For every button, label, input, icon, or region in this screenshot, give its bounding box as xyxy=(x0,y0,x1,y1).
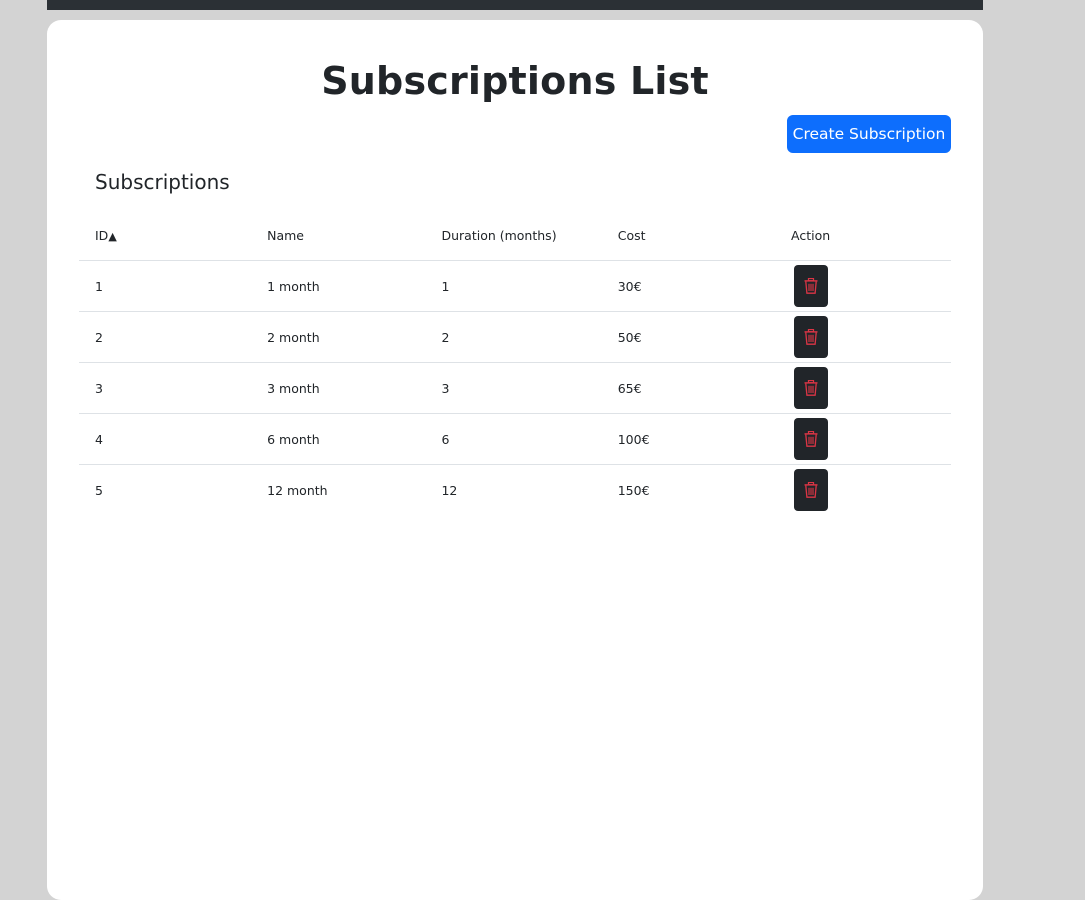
delete-button[interactable] xyxy=(794,316,829,358)
cell-id: 2 xyxy=(79,311,252,363)
cell-id: 5 xyxy=(95,482,103,498)
cell-duration: 2 xyxy=(425,311,602,363)
top-navbar xyxy=(47,0,983,10)
delete-button[interactable] xyxy=(794,367,829,409)
section-title: Subscriptions xyxy=(95,170,230,194)
cell-action xyxy=(775,413,951,465)
trash-icon xyxy=(804,380,818,396)
cell-cost: 150€ xyxy=(617,482,650,498)
cell-id: 4 xyxy=(79,413,252,465)
delete-button[interactable] xyxy=(794,418,829,460)
cell-cost: 50€ xyxy=(601,311,776,363)
table-row: 5 12 month 12 150€ xyxy=(79,465,951,516)
subscriptions-table: ID▲ Name Duration (months) Cost Action 1… xyxy=(79,210,951,515)
column-header-name: Name xyxy=(251,210,426,261)
column-header-action: Action xyxy=(775,210,951,261)
cell-name: 12 month xyxy=(267,482,328,498)
main-card: Subscriptions List Create Subscription S… xyxy=(47,20,983,900)
cell-name: 1 month xyxy=(251,260,426,312)
trash-icon xyxy=(804,431,818,447)
cell-duration: 3 xyxy=(425,362,602,414)
delete-button[interactable] xyxy=(794,265,829,307)
cell-id: 3 xyxy=(79,362,252,414)
cell-cost: 100€ xyxy=(601,413,776,465)
cell-duration: 12 xyxy=(441,482,458,498)
table-row: 4 6 month 6 100€ xyxy=(79,413,951,465)
trash-icon xyxy=(804,329,818,345)
cell-action xyxy=(775,362,951,414)
page-title: Subscriptions List xyxy=(321,59,709,103)
cell-duration: 1 xyxy=(425,260,602,312)
cell-action xyxy=(775,465,951,516)
column-header-duration: Duration (months) xyxy=(425,210,602,261)
cell-cost: 30€ xyxy=(601,260,776,312)
cell-id: 1 xyxy=(79,260,252,312)
column-header-id-label: ID xyxy=(95,227,109,243)
cell-name: 2 month xyxy=(251,311,426,363)
table-header-row: ID▲ Name Duration (months) Cost Action xyxy=(79,210,951,261)
table-row: 1 1 month 1 30€ xyxy=(79,260,951,312)
trash-icon xyxy=(804,482,818,498)
table-row: 2 2 month 2 50€ xyxy=(79,311,951,363)
cell-action xyxy=(775,260,951,312)
cell-duration: 6 xyxy=(425,413,602,465)
cell-name: 6 month xyxy=(251,413,426,465)
column-header-cost: Cost xyxy=(601,210,776,261)
create-subscription-button[interactable]: Create Subscription xyxy=(787,115,951,153)
cell-cost: 65€ xyxy=(601,362,776,414)
column-header-id[interactable]: ID▲ xyxy=(79,210,252,261)
table-row: 3 3 month 3 65€ xyxy=(79,362,951,414)
trash-icon xyxy=(804,278,818,294)
cell-action xyxy=(775,311,951,363)
delete-button[interactable] xyxy=(794,469,829,511)
cell-name: 3 month xyxy=(251,362,426,414)
sort-ascending-icon: ▲ xyxy=(108,229,117,243)
